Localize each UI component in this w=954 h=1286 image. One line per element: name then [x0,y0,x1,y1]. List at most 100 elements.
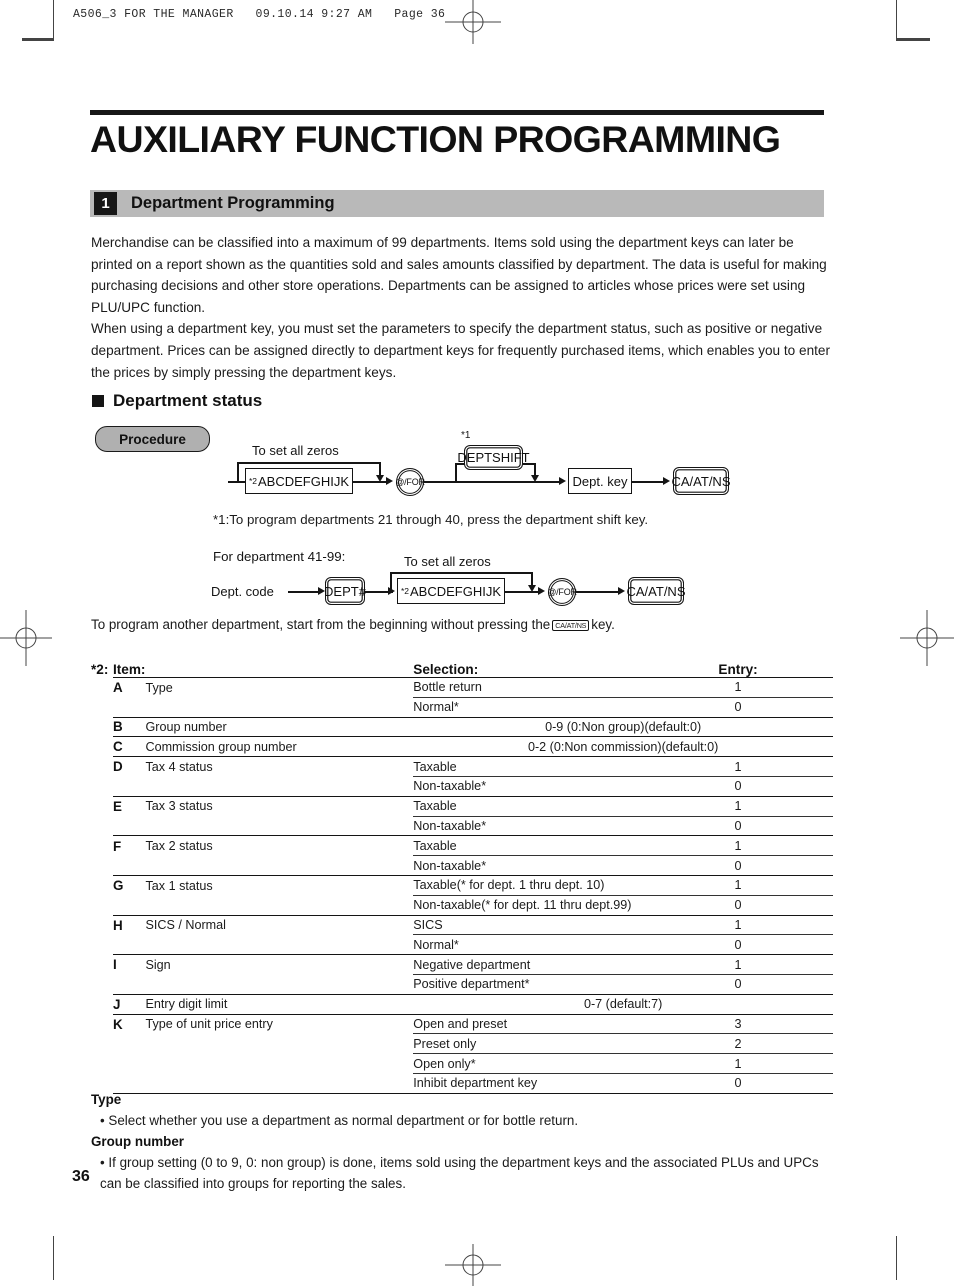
row-entry-span: 0-7 (default:7) [413,993,833,1015]
row-selection: Non-taxable(* for dept. 11 thru dept.99) [413,894,644,916]
row-item-name-continuation [145,1054,413,1074]
row-letter-continuation [113,776,145,796]
table-row: C Commission group number 0-2 (0:Non commi… [91,736,833,757]
diagram2-loop-label: To set all zeros [404,554,491,569]
row-star-cell [91,717,113,737]
note-body-type: • Select whether you use a department as… [100,1113,579,1128]
diagram2-at-for-key[interactable]: @/FOR [547,578,577,606]
row-letter: F [112,835,146,856]
diagram2-line-for-to-total [576,591,618,593]
row-item-name: Tax 4 status [145,756,414,777]
table-header-selection: Selection: [413,662,479,677]
table-row: Preset only 2 [91,1033,833,1054]
row-item-name: Tax 2 status [145,835,414,856]
diagram2-heading: For department 41-99: [213,549,346,564]
row-letter-continuation [113,856,145,876]
row-entry: 0 [643,775,833,797]
table-header-row: *2: Item: Selection: Entry: [91,662,833,678]
row-entry: 0 [643,696,833,718]
row-entry-span: 0-9 (0:Non group)(default:0) [413,716,833,737]
row-item-name: Type [145,677,414,698]
row-letter: B [112,716,146,737]
row-letter: C [112,736,146,757]
reprogram-note-before: To program another department, start fro… [91,617,551,632]
table-row: D Tax 4 status Taxable 1 [91,756,833,777]
row-selection: Positive department* [413,973,644,995]
diagram2-arrowhead-to-for [538,587,545,595]
table-row: E Tax 3 status Taxable 1 [91,795,833,817]
diagram2-line-param-to-for [505,591,538,593]
diagram2-dept-code-label: Dept. code [211,584,274,599]
row-letter: K [112,1013,146,1034]
row-letter: D [112,756,146,777]
row-entry: 1 [643,795,833,817]
row-entry: 1 [643,954,833,975]
row-selection: Normal* [413,934,644,955]
diagram2-loop-top [390,572,532,574]
diagram2-parameter-sup: *2 [400,586,410,596]
procedure-flow-diagram-2: For department 41-99: To set all zeros D… [0,0,954,630]
table-row: J Entry digit limit 0-7 (default:7) [91,993,833,1015]
row-selection: Negative department [413,954,644,975]
diagram2-parameter-box: *2 ABCDEFGHIJK [397,578,505,604]
row-selection: SICS [413,914,644,935]
row-star-cell [91,796,113,836]
table-row: Positive department* 0 [91,973,833,995]
row-letter: G [112,874,146,896]
row-item-name: Entry digit limit [145,993,414,1015]
table-row: Non-taxable(* for dept. 11 thru dept.99)… [91,894,833,916]
table-row: Non-taxable* 0 [91,815,833,836]
row-item-name: Type of unit price entry [145,1013,414,1034]
row-entry: 0 [643,934,833,955]
department-status-table: *2: Item: Selection: Entry: A Type Bottle … [91,662,833,1094]
row-entry: 0 [643,815,833,836]
row-selection: Open only* [413,1053,644,1074]
row-item-name-continuation [145,1034,413,1054]
page-number: 36 [72,1168,90,1185]
row-item-name-continuation [145,776,413,796]
table-row: I Sign Negative department 1 [91,954,833,975]
table-row: F Tax 2 status Taxable 1 [91,835,833,856]
note-heading-type: Type [91,1092,122,1107]
table-row: Normal* 0 [91,934,833,955]
crop-mark-bottom-right-vertical [896,1236,897,1280]
row-selection: Non-taxable* [413,855,644,876]
reprogram-note-after: key. [591,617,615,632]
diagram2-line-code-to-deptnum [288,591,318,593]
diagram2-dept-number-key[interactable]: DEPT# [324,577,366,605]
registration-mark-bottom [445,1244,501,1286]
manual-page: A506_3 FOR THE MANAGER 09.10.14 9:27 AM … [0,0,954,1286]
row-star-cell [91,757,113,797]
row-selection: Open and preset [413,1013,644,1034]
row-item-name-continuation [145,935,413,955]
table-row: H SICS / Normal SICS 1 [91,914,833,935]
row-letter-continuation [113,1034,145,1054]
row-letter-continuation [113,697,145,717]
row-letter: J [112,993,146,1015]
row-letter-continuation [113,816,145,836]
row-letter-continuation [113,1054,145,1074]
row-item-name-continuation [145,856,413,876]
diagram2-ca-at-ns-key[interactable]: CA/AT/NS [627,577,686,605]
diagram2-loop-right-dropper [531,572,533,586]
row-entry: 1 [643,835,833,856]
row-letter-continuation [113,974,145,994]
row-letter: H [112,914,146,935]
row-letter-continuation [113,935,145,955]
table-row: Non-taxable* 0 [91,775,833,797]
table-row: Open only* 1 [91,1053,833,1074]
row-star-cell [91,1014,113,1093]
table-header-item: Item: [112,662,146,677]
row-letter-continuation [113,895,145,915]
row-star-cell [91,678,113,718]
row-letter: I [112,954,146,975]
table-row: K Type of unit price entry Open and preset… [91,1013,833,1034]
row-item-name: Tax 1 status [145,874,414,896]
row-selection: Taxable(* for dept. 1 thru dept. 10) [413,874,644,896]
row-item-name: Tax 3 status [145,795,414,817]
diagram2-loop-left-riser [390,572,392,592]
diagram2-arrowhead-to-total [618,587,625,595]
crop-mark-bottom-left-vertical [53,1236,54,1280]
diagram2-parameter-label: ABCDEFGHIJK [410,583,502,599]
row-star-cell [91,915,113,955]
